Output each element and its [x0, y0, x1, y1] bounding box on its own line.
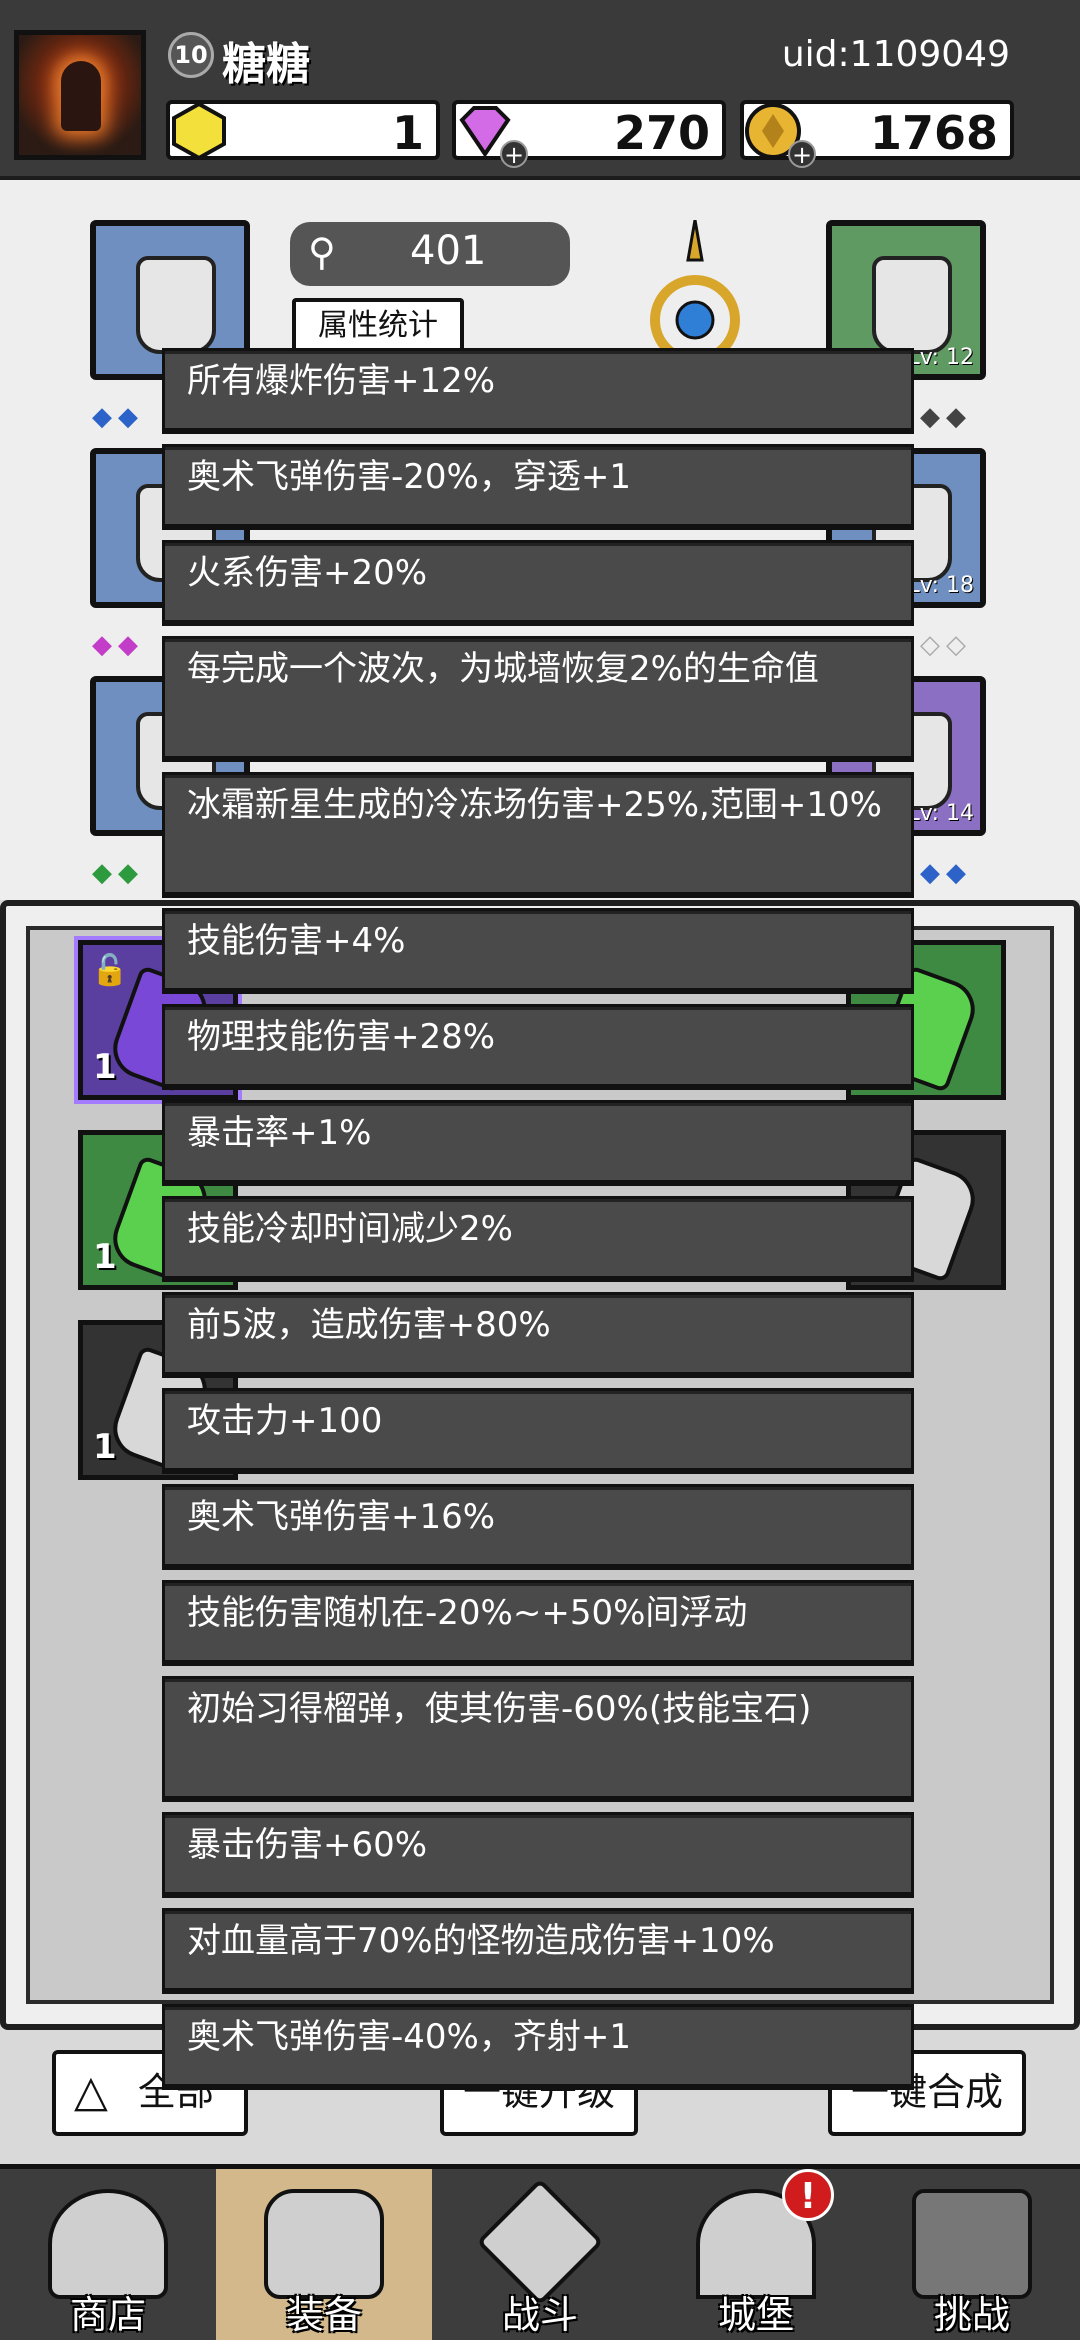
currency-purple-diamond[interactable]: + 270 — [452, 100, 726, 168]
nav-label: 城堡 — [717, 2293, 794, 2337]
item-count: 1 — [93, 1047, 117, 1087]
item-count: 1 — [93, 1427, 117, 1467]
attribute-row: 前5波，造成伤害+80% — [162, 1292, 914, 1378]
attribute-row: 技能冷却时间减少2% — [162, 1196, 914, 1282]
backpack-icon — [264, 2189, 384, 2299]
top-bar: 10 糖糖 uid:1109049 1 + 270 + 1768 — [0, 0, 1080, 180]
nav-battle[interactable]: 战斗 — [432, 2169, 648, 2340]
yellow-gem-icon — [172, 101, 226, 161]
attribute-row: 冰霜新星生成的冷冻场伤害+25%,范围+10% — [162, 772, 914, 898]
nav-equipment[interactable]: 装备 — [216, 2169, 432, 2340]
attribute-row: 奥术飞弹伤害-20%，穿透+1 — [162, 444, 914, 530]
rarity-diamonds: ◆◆ — [92, 630, 144, 660]
nav-label: 战斗 — [501, 2293, 578, 2337]
notification-badge: ! — [782, 2169, 834, 2221]
attribute-stats-button[interactable]: 属性统计 — [292, 298, 464, 354]
nav-label: 装备 — [285, 2293, 362, 2337]
nav-challenge[interactable]: 挑战 — [864, 2169, 1080, 2340]
attribute-row: 暴击伤害+60% — [162, 1812, 914, 1898]
attribute-row: 暴击率+1% — [162, 1100, 914, 1186]
yellow-gem-amount: 1 — [391, 106, 424, 160]
shop-icon — [48, 2189, 168, 2299]
add-coin-button[interactable]: + — [788, 140, 816, 168]
rarity-diamonds: ◆◆ — [920, 402, 972, 432]
item-count: 1 — [93, 1237, 117, 1277]
attribute-row: 对血量高于70%的怪物造成伤害+10% — [162, 1908, 914, 1994]
attribute-row: 技能伤害随机在-20%~+50%间浮动 — [162, 1580, 914, 1666]
nav-label: 商店 — [69, 2293, 146, 2337]
slot-level: Lv: 18 — [907, 573, 974, 598]
rarity-diamonds: ◆◆ — [92, 402, 144, 432]
nav-label: 挑战 — [933, 2293, 1010, 2337]
gauntlet-icon — [872, 256, 952, 354]
rarity-diamonds: ◇◇ — [920, 630, 972, 660]
bottom-nav: 商店 装备 战斗 ! 城堡 挑战 — [0, 2164, 1080, 2340]
attribute-row: 技能伤害+4% — [162, 908, 914, 994]
slot-level: Lv: 12 — [907, 345, 974, 370]
avatar-character — [61, 61, 101, 131]
attribute-row: 攻击力+100 — [162, 1388, 914, 1474]
helmet-icon — [136, 256, 216, 354]
attribute-stats-popup: 所有爆炸伤害+12% 奥术飞弹伤害-20%，穿透+1 火系伤害+20% 每完成一… — [162, 348, 914, 2100]
locked-challenge-icon — [912, 2189, 1032, 2299]
add-diamond-button[interactable]: + — [500, 140, 528, 168]
player-level-badge: 10 — [168, 32, 214, 78]
power-display: ⚲ 401 — [290, 222, 570, 286]
gold-coin-amount: 1768 — [869, 106, 998, 160]
triangle-filter-icon: △ — [74, 2066, 108, 2117]
player-uid: uid:1109049 — [781, 34, 1010, 75]
nav-castle[interactable]: ! 城堡 — [648, 2169, 864, 2340]
wand-icon: ⚲ — [308, 230, 336, 274]
lock-icon: 🔓 — [91, 953, 129, 988]
power-value: 401 — [410, 228, 487, 274]
slot-level: Lv: 14 — [907, 801, 974, 826]
currency-yellow-gem[interactable]: 1 — [166, 100, 440, 161]
attribute-row: 每完成一个波次，为城墙恢复2%的生命值 — [162, 636, 914, 762]
purple-diamond-amount: 270 — [613, 106, 710, 160]
rarity-diamonds: ◆◆ — [92, 858, 144, 888]
rarity-diamonds: ◆◆ — [920, 858, 972, 888]
attribute-row: 物理技能伤害+28% — [162, 1004, 914, 1090]
currency-gold-coin[interactable]: + 1768 — [740, 100, 1014, 168]
nav-shop[interactable]: 商店 — [0, 2169, 216, 2340]
attribute-row: 所有爆炸伤害+12% — [162, 348, 914, 434]
attribute-row: 奥术飞弹伤害+16% — [162, 1484, 914, 1570]
attribute-row: 奥术飞弹伤害-40%，齐射+1 — [162, 2004, 914, 2090]
player-avatar[interactable] — [14, 30, 146, 160]
attribute-row: 火系伤害+20% — [162, 540, 914, 626]
player-name: 糖糖 — [222, 39, 310, 90]
attribute-row: 初始习得榴弹，使其伤害-60%(技能宝石) — [162, 1676, 914, 1802]
